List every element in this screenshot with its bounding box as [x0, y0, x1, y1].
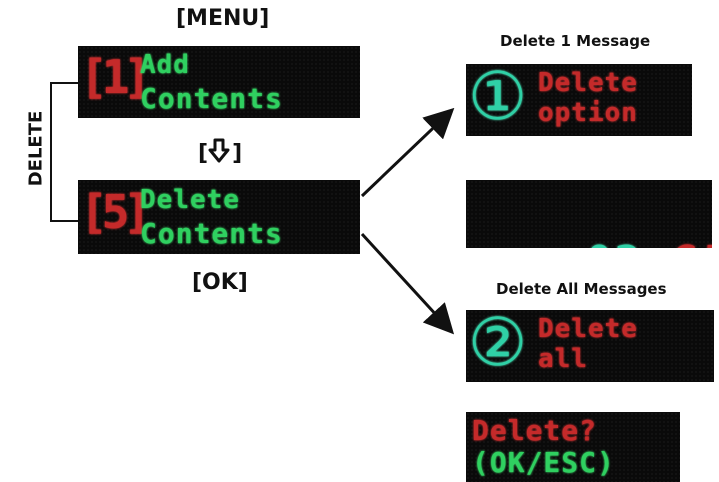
delete-one-caption: Delete 1 Message [500, 32, 651, 50]
confirm-display: Delete? (OK/ESC) [466, 412, 680, 482]
option-1-badge-icon: ① [468, 64, 528, 135]
confirm-line2: (OK/ESC) [472, 446, 615, 479]
delete-all-line1: Delete [538, 314, 638, 344]
option-2-badge-icon: ② [468, 310, 528, 381]
confirm-line1: Delete? [472, 414, 598, 447]
message-display: 02:GJPWT [466, 180, 712, 248]
message-display-text: 02:GJPWT [472, 186, 712, 248]
delete-option-line2: option [538, 98, 638, 128]
delete-all-caption: Delete All Messages [496, 280, 667, 298]
delete-option-line1: Delete [538, 68, 638, 98]
delete-all-line2: all [538, 344, 588, 374]
message-code: GJPWT [671, 237, 712, 248]
arrow-to-delete-all [360, 232, 455, 335]
delete-option-display: ① Delete option [466, 64, 692, 136]
delete-all-display: ② Delete all [466, 310, 714, 382]
message-separator: : [643, 237, 672, 248]
arrow-to-delete-one [360, 107, 455, 198]
message-index: 02 [586, 237, 643, 248]
